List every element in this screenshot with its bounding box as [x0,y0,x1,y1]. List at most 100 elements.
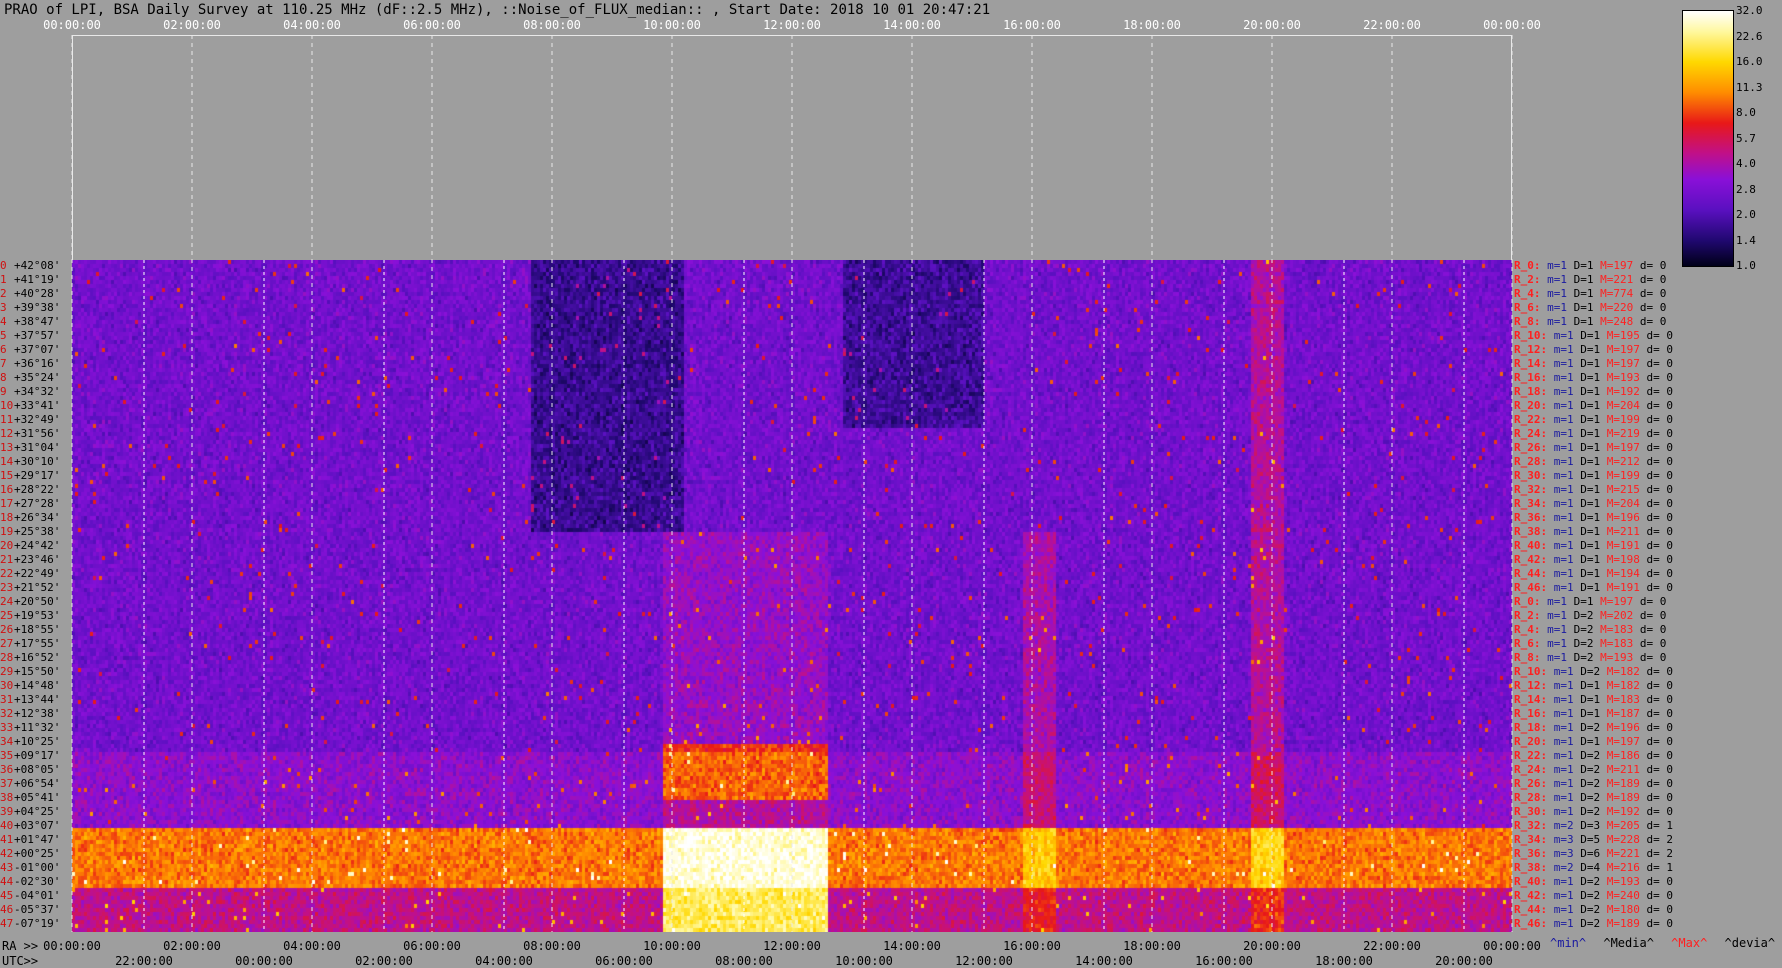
row-stat-media: D=1 [1573,315,1594,328]
row-stat-max: M=192 [1606,385,1640,398]
top-axis-tick: 16:00:00 [1003,18,1061,32]
row-stat-max: M=248 [1600,315,1634,328]
row-stat-max: M=195 [1606,329,1640,342]
utc-axis-tick: 16:00:00 [1195,954,1253,968]
row-stat-label: R_20: [1514,399,1548,412]
ra-axis-tick: 06:00:00 [403,939,461,953]
declination-value: +17°55' [14,637,61,650]
row-stat-label: R_8: [1514,651,1541,664]
row-stat-max: M=183 [1600,637,1634,650]
declination-value: +25°38' [14,525,61,538]
row-stat-media: D=1 [1580,343,1601,356]
declination-value: +41°19' [14,273,61,286]
row-index: 38 [0,791,14,804]
declination-value: +20°50' [14,595,61,608]
row-stat-max: M=211 [1606,525,1640,538]
row-stat: R_26: m=1 D=2 M=189 d= 0 [1514,777,1673,790]
row-stat-media: D=1 [1580,553,1601,566]
declination-label: 36+08°05' [0,763,72,776]
row-stat-min: m=1 [1553,763,1574,776]
row-index: 23 [0,581,14,594]
declination-label: 35+09°17' [0,749,72,762]
row-stat-devia: d= 0 [1646,763,1674,776]
row-stat-label: R_18: [1514,721,1548,734]
row-stat-min: m=1 [1553,917,1574,930]
colorbar-tick: 2.8 [1736,182,1756,196]
row-stat-min: m=1 [1553,693,1574,706]
row-stat-max: M=196 [1606,511,1640,524]
row-stat-media: D=2 [1573,651,1594,664]
row-stat-devia: d= 0 [1646,385,1674,398]
row-stat-max: M=204 [1606,399,1640,412]
row-stat-media: D=3 [1580,819,1601,832]
row-stat-min: m=1 [1553,567,1574,580]
declination-label: 34+10°25' [0,735,72,748]
row-stat-label: R_4: [1514,623,1541,636]
row-index: 24 [0,595,14,608]
row-stat-max: M=199 [1606,413,1640,426]
legend-min: ^min^ [1550,936,1587,950]
top-axis-tick: 00:00:00 [43,18,101,32]
row-stat: R_4: m=1 D=1 M=774 d= 0 [1514,287,1666,300]
row-stat-max: M=212 [1606,455,1640,468]
row-stat-min: m=1 [1553,343,1574,356]
row-stat: R_28: m=1 D=1 M=212 d= 0 [1514,455,1673,468]
row-stat-label: R_36: [1514,511,1548,524]
row-stat-min: m=1 [1553,511,1574,524]
row-stat-media: D=5 [1580,833,1601,846]
row-index: 11 [0,413,14,426]
declination-label: 15+29°17' [0,469,72,482]
row-index: 10 [0,399,14,412]
colorbar [1682,10,1734,267]
row-stat: R_46: m=1 D=2 M=189 d= 0 [1514,917,1673,930]
row-stat-min: m=1 [1553,427,1574,440]
declination-label: 24+20°50' [0,595,72,608]
declination-value: +08°05' [14,763,61,776]
declination-label: 46-05°37' [0,903,72,916]
declination-label: 7 +36°16' [0,357,72,370]
declination-label: 26+18°55' [0,623,72,636]
declination-value: +16°52' [14,651,61,664]
row-stat-media: D=1 [1573,595,1594,608]
row-stat-min: m=1 [1553,805,1574,818]
row-stat-label: R_40: [1514,875,1548,888]
row-stat-min: m=1 [1553,455,1574,468]
row-stat-label: R_16: [1514,371,1548,384]
declination-value: +34°32' [14,385,61,398]
row-stat-max: M=221 [1606,847,1640,860]
row-stat: R_8: m=1 D=1 M=248 d= 0 [1514,315,1666,328]
row-stat-label: R_42: [1514,553,1548,566]
colorbar-tick: 2.0 [1736,208,1756,221]
row-stat-devia: d= 0 [1646,749,1674,762]
row-stat-label: R_6: [1514,301,1541,314]
row-stat-devia: d= 0 [1646,553,1674,566]
row-stat-media: D=2 [1580,889,1601,902]
declination-value: -01°00' [14,861,61,874]
row-stat: R_30: m=1 D=1 M=199 d= 0 [1514,469,1673,482]
row-stat-media: D=2 [1573,609,1594,622]
row-stat-devia: d= 0 [1646,777,1674,790]
row-index: 4 [0,315,7,328]
row-index: 22 [0,567,14,580]
declination-label: 19+25°38' [0,525,72,538]
row-stat-label: R_30: [1514,469,1548,482]
declination-value: +28°22' [14,483,61,496]
row-stat-min: m=1 [1553,371,1574,384]
row-stat-devia: d= 0 [1646,721,1674,734]
row-stat-label: R_40: [1514,539,1548,552]
row-stat-devia: d= 0 [1639,609,1667,622]
row-stat-devia: d= 0 [1646,357,1674,370]
utc-axis-tick: 06:00:00 [595,954,653,968]
row-stat-min: m=1 [1553,525,1574,538]
ra-axis-tick: 16:00:00 [1003,939,1061,953]
row-stat-media: D=2 [1573,637,1594,650]
row-stat-max: M=192 [1606,805,1640,818]
heatmap-canvas [72,260,1512,932]
row-stat-max: M=189 [1606,777,1640,790]
row-stat-devia: d= 0 [1639,287,1667,300]
row-stat-max: M=219 [1606,427,1640,440]
top-axis-tick: 06:00:00 [403,18,461,32]
declination-value: +04°25' [14,805,61,818]
row-stat-devia: d= 0 [1646,707,1674,720]
top-axis-tick: 02:00:00 [163,18,221,32]
